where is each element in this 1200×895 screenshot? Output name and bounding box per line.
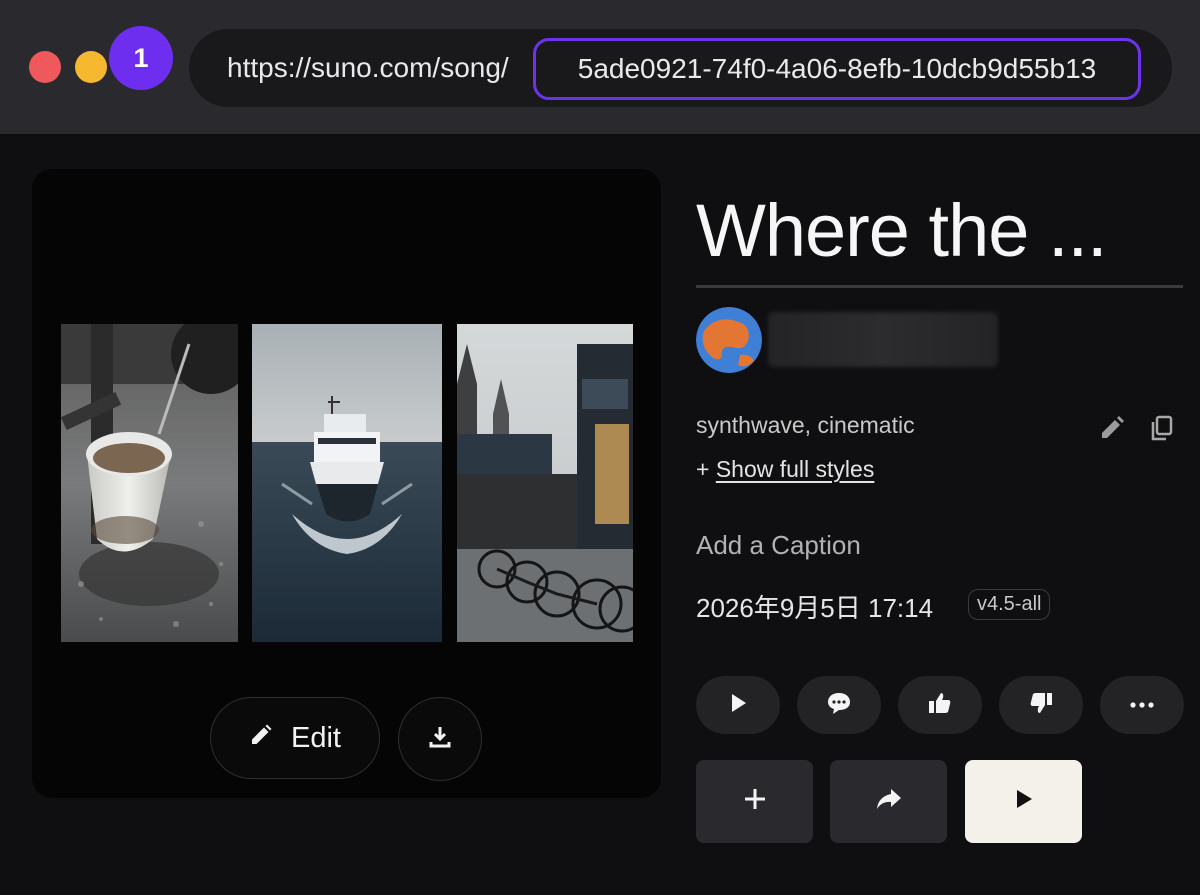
dislike-button[interactable]	[999, 676, 1083, 734]
boat-image	[252, 324, 442, 642]
add-caption-field[interactable]: Add a Caption	[696, 530, 861, 561]
browser-toolbar: 1 https://suno.com/song/ 5ade0921-74f0-4…	[0, 0, 1200, 134]
share-icon	[875, 787, 903, 816]
styles-text: synthwave, cinematic	[696, 412, 915, 438]
url-prefix: https://suno.com/song/	[227, 52, 509, 83]
play-icon	[727, 692, 749, 719]
thumbs-up-icon	[927, 691, 953, 720]
like-button[interactable]	[898, 676, 982, 734]
copy-icon[interactable]	[1150, 415, 1174, 446]
title-divider	[696, 285, 1183, 288]
cover-art-card: Edit	[32, 169, 661, 798]
show-styles-prefix: +	[696, 456, 716, 482]
play-button[interactable]	[965, 760, 1082, 843]
comment-button[interactable]	[797, 676, 881, 734]
more-icon	[1129, 696, 1155, 714]
edit-styles-icon[interactable]	[1099, 415, 1125, 446]
version-badge: v4.5-all	[968, 589, 1051, 620]
comment-icon	[826, 691, 852, 720]
edit-button-label: Edit	[291, 721, 341, 754]
close-window-button[interactable]	[29, 51, 61, 83]
street-bicycles-image	[457, 324, 633, 642]
pencil-icon	[249, 722, 273, 755]
step-number-badge: 1	[109, 26, 173, 90]
address-bar[interactable]: https://suno.com/song/ 5ade0921-74f0-4a0…	[189, 29, 1172, 107]
play-icon	[1013, 788, 1035, 815]
more-options-button[interactable]	[1100, 676, 1184, 734]
download-button[interactable]	[398, 697, 482, 781]
play-pill-button[interactable]	[696, 676, 780, 734]
coffee-cup-image	[61, 324, 238, 642]
artist-avatar[interactable]	[696, 307, 762, 373]
minimize-window-button[interactable]	[75, 51, 107, 83]
share-button[interactable]	[830, 760, 947, 843]
show-full-styles-link[interactable]: + Show full styles	[696, 456, 874, 483]
plus-icon	[743, 787, 767, 816]
artist-name-redacted[interactable]	[768, 312, 998, 367]
song-title: Where the ...	[696, 189, 1108, 272]
add-to-playlist-button[interactable]	[696, 760, 813, 843]
download-icon	[427, 724, 453, 755]
thumbs-down-icon	[1028, 691, 1054, 720]
url-song-id-highlight: 5ade0921-74f0-4a06-8efb-10dcb9d55b13	[533, 38, 1141, 100]
created-date: 2026年9月5日 17:14	[696, 593, 934, 623]
edit-button[interactable]: Edit	[210, 697, 380, 779]
show-styles-label: Show full styles	[715, 456, 875, 482]
